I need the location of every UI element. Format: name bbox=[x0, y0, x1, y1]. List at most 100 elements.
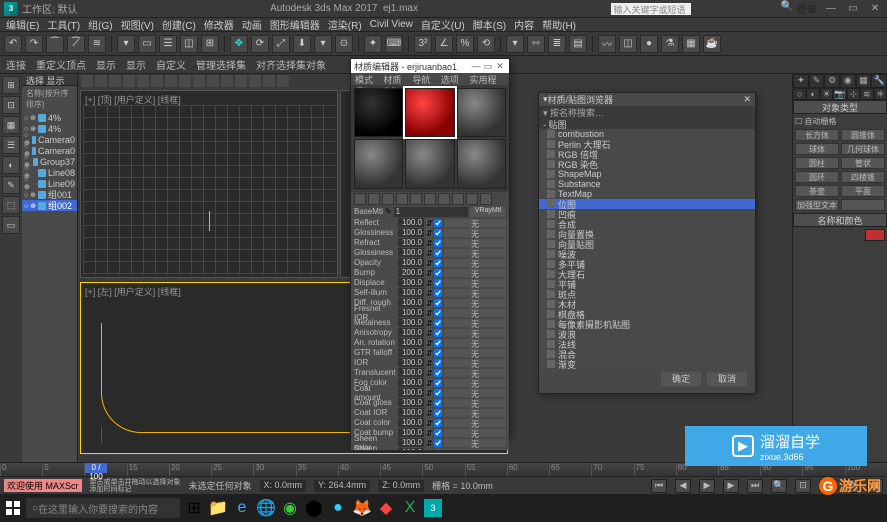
vp-icon[interactable] bbox=[179, 75, 191, 87]
menu-item[interactable]: 帮助(H) bbox=[542, 17, 576, 32]
primitive-button[interactable]: 四棱锥 bbox=[841, 171, 885, 183]
menu-item[interactable]: 修改器 bbox=[204, 17, 234, 32]
time-slider[interactable]: 0 / 100 bbox=[85, 463, 107, 473]
vp-icon[interactable] bbox=[95, 75, 107, 87]
mat-tool-icon[interactable] bbox=[410, 193, 422, 205]
primitive-button[interactable]: 平面 bbox=[841, 185, 885, 197]
maximize-button[interactable]: ▭ bbox=[845, 3, 861, 14]
mat-tool-icon[interactable] bbox=[480, 193, 492, 205]
param-checkbox[interactable] bbox=[434, 429, 442, 437]
schematic-view-button[interactable]: ◫ bbox=[619, 35, 637, 53]
param-checkbox[interactable] bbox=[434, 239, 442, 247]
angle-snap-toggle[interactable]: ∠ bbox=[435, 35, 453, 53]
map-ok-button[interactable]: 确定 bbox=[661, 372, 701, 386]
helpers-cat[interactable]: ⊹ bbox=[847, 88, 860, 100]
display-tab[interactable]: ▦ bbox=[856, 74, 872, 88]
select-place-button[interactable]: ⬇ bbox=[293, 35, 311, 53]
select-rotate-button[interactable]: ⟳ bbox=[251, 35, 269, 53]
vp-icon[interactable] bbox=[81, 75, 93, 87]
firefox-icon[interactable]: 🦊 bbox=[352, 498, 372, 518]
menu-item[interactable]: 组(G) bbox=[88, 17, 112, 32]
vp-icon[interactable] bbox=[249, 75, 261, 87]
menu-item[interactable]: 渲染(R) bbox=[328, 17, 362, 32]
primitive-button[interactable]: 管状 bbox=[841, 157, 885, 169]
unlink-button[interactable]: ⁀̸ bbox=[67, 35, 85, 53]
param-value[interactable]: 100.0 bbox=[398, 328, 424, 337]
select-by-name-button[interactable]: ☰ bbox=[159, 35, 177, 53]
taskbar-search[interactable]: ○ 在这里输入你要搜索的内容 bbox=[26, 498, 180, 518]
map-browser-search[interactable]: ▾ 按名称搜索… bbox=[539, 106, 755, 118]
render-setup-button[interactable]: ⚗ bbox=[661, 35, 679, 53]
geometry-cat[interactable]: ○ bbox=[793, 88, 806, 100]
primitive-button[interactable]: 长方体 bbox=[795, 129, 839, 141]
primitive-button[interactable]: 茶壶 bbox=[795, 185, 839, 197]
param-value[interactable]: 100.0 bbox=[398, 228, 424, 237]
mat-menu-item[interactable]: 选项(O) bbox=[441, 73, 464, 85]
map-button[interactable]: 无 bbox=[444, 299, 506, 307]
select-move-button[interactable]: ✥ bbox=[230, 35, 248, 53]
param-value[interactable]: 100.0 bbox=[398, 418, 424, 427]
mat-maximize-button[interactable]: ▭ bbox=[482, 61, 494, 72]
mat-tool-icon[interactable] bbox=[354, 193, 366, 205]
spinner-icon[interactable]: ⇵ bbox=[426, 259, 432, 267]
param-checkbox[interactable] bbox=[434, 379, 442, 387]
mat-menu-item[interactable]: 材质(M) bbox=[383, 73, 406, 85]
map-button[interactable]: 无 bbox=[444, 409, 506, 417]
undo-button[interactable]: ↶ bbox=[4, 35, 22, 53]
browser2-icon[interactable]: ● bbox=[328, 498, 348, 518]
map-button[interactable]: 无 bbox=[444, 259, 506, 267]
tool-icon[interactable]: ◐ bbox=[2, 156, 20, 174]
menu-item[interactable]: 自定义(U) bbox=[421, 17, 465, 32]
spinner-icon[interactable]: ⇵ bbox=[426, 359, 432, 367]
material-editor-titlebar[interactable]: 材质编辑器 - erjiruanbao1 — ▭ ✕ bbox=[351, 59, 509, 73]
primitive-button[interactable]: 加强型文本 bbox=[795, 199, 839, 211]
param-value[interactable]: 100.0 bbox=[398, 298, 424, 307]
spinner-icon[interactable]: ⇵ bbox=[426, 219, 432, 227]
param-checkbox[interactable] bbox=[434, 419, 442, 427]
map-button[interactable]: 无 bbox=[444, 239, 506, 247]
map-item[interactable]: RGB 染色 bbox=[539, 159, 755, 169]
coord-z[interactable]: Z: 0.0mm bbox=[378, 480, 424, 492]
map-button[interactable]: 无 bbox=[444, 229, 506, 237]
vp-icon[interactable] bbox=[221, 75, 233, 87]
app-icon[interactable]: ◆ bbox=[376, 498, 396, 518]
zoom-all-button[interactable]: ⊡ bbox=[795, 479, 811, 493]
map-button[interactable]: 无 bbox=[444, 219, 506, 227]
material-slot[interactable] bbox=[457, 139, 506, 188]
coord-y[interactable]: Y: 264.4mm bbox=[314, 480, 370, 492]
viewport-label[interactable]: [+] [左] [用户定义] [线框] bbox=[85, 285, 181, 298]
subtool-item[interactable]: 显示 bbox=[96, 57, 116, 72]
link-button[interactable]: ⁀ bbox=[46, 35, 64, 53]
selection-filter[interactable]: ▾ bbox=[117, 35, 135, 53]
task-view-icon[interactable]: ⊞ bbox=[184, 498, 204, 518]
play-button[interactable]: ▶ bbox=[699, 479, 715, 493]
param-checkbox[interactable] bbox=[434, 259, 442, 267]
menu-item[interactable]: 内容 bbox=[514, 17, 534, 32]
mat-tool-icon[interactable] bbox=[424, 193, 436, 205]
map-button[interactable]: 无 bbox=[444, 359, 506, 367]
param-checkbox[interactable] bbox=[434, 219, 442, 227]
vp-icon[interactable] bbox=[207, 75, 219, 87]
close-button[interactable]: ✕ bbox=[867, 3, 883, 14]
param-value[interactable]: 100.0 bbox=[398, 428, 424, 437]
param-value[interactable]: 100.0 bbox=[398, 378, 424, 387]
menu-item[interactable]: 编辑(E) bbox=[6, 17, 39, 32]
manipulate-button[interactable]: ✦ bbox=[364, 35, 382, 53]
render-button[interactable]: ☕ bbox=[703, 35, 721, 53]
spinner-icon[interactable]: ⇵ bbox=[426, 339, 432, 347]
goto-end-button[interactable]: ⏭ bbox=[747, 479, 763, 493]
vp-zoomext-icon[interactable]: ⊡ bbox=[2, 96, 20, 114]
subtool-item[interactable]: 对齐选择集对象 bbox=[256, 57, 326, 72]
scene-item[interactable]: ○ ⊕4% bbox=[22, 123, 77, 134]
spinner-icon[interactable]: ⇵ bbox=[426, 309, 432, 317]
param-value[interactable]: 100.0 bbox=[398, 278, 424, 287]
material-slot[interactable] bbox=[405, 139, 454, 188]
ref-coord-button[interactable]: ▾ bbox=[314, 35, 332, 53]
zoom-button[interactable]: 🔍 bbox=[771, 479, 787, 493]
scene-sort[interactable]: 名称(按升序排序) bbox=[22, 86, 77, 112]
vp-icon[interactable] bbox=[123, 75, 135, 87]
create-tab[interactable]: ✦ bbox=[793, 74, 809, 88]
param-value[interactable]: 100.0 bbox=[398, 338, 424, 347]
param-value[interactable]: 100.0 bbox=[398, 388, 424, 397]
subtool-item[interactable]: 管理选择集 bbox=[196, 57, 246, 72]
